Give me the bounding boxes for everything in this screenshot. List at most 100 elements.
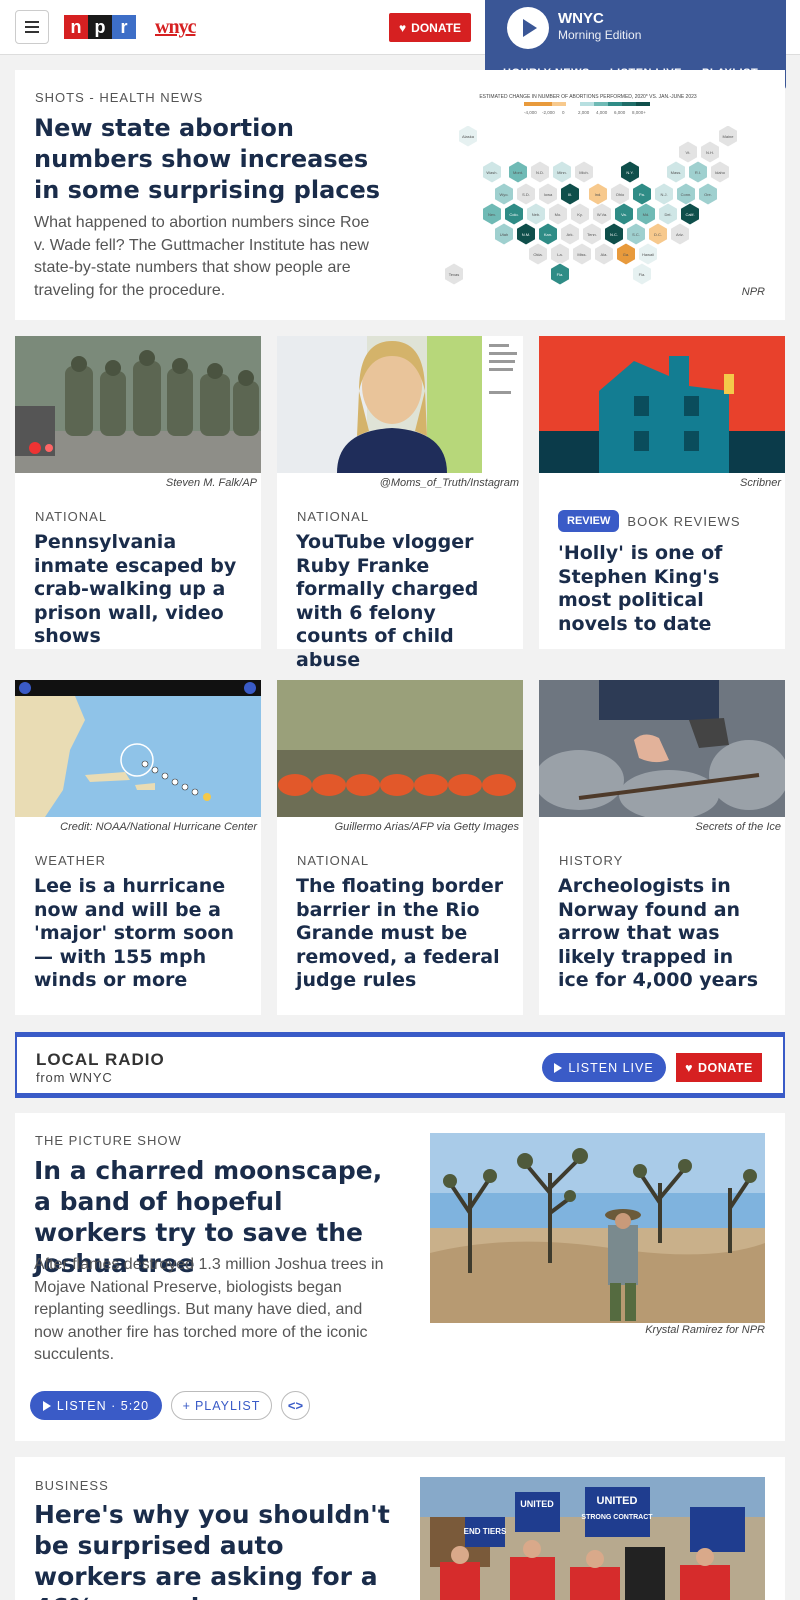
embed-code-icon[interactable]: <> (281, 1391, 310, 1420)
state-label-vt: Vt. (686, 150, 691, 155)
state-label-nj: N.J. (660, 192, 667, 197)
story-2-credit: @Moms_of_Truth/Instagram (379, 477, 519, 489)
picture-show-kicker[interactable]: THE PICTURE SHOW (35, 1133, 182, 1148)
hurricane-track-map[interactable] (15, 680, 261, 817)
state-label-nh: N.H. (706, 150, 714, 155)
abortion-hex-map[interactable]: ESTIMATED CHANGE IN NUMBER OF ABORTIONS … (438, 88, 758, 288)
map-scale-5: 6,000 (614, 110, 626, 115)
story-1-kicker[interactable]: NATIONAL (35, 509, 107, 524)
ice-arrow-photo[interactable] (539, 680, 785, 817)
state-label-md: Md. (643, 212, 650, 217)
state-label-fla: Fla. (639, 272, 646, 277)
donate-button[interactable]: ♥ DONATE (389, 13, 471, 42)
local-donate-button[interactable]: ♥ DONATE (676, 1053, 762, 1082)
auto-workers-rally-photo[interactable]: UNITED UNITED STRONG CONTRACT END TIERS (420, 1477, 765, 1600)
state-label-neb: Neb. (532, 212, 540, 217)
state-label-del: Del. (664, 212, 671, 217)
state-label-ill: Ill. (568, 192, 572, 197)
state-label-ind: Ind. (595, 192, 602, 197)
holly-book-cover[interactable] (539, 336, 785, 473)
business-headline[interactable]: Here's why you shouldn't be surprised au… (34, 1499, 394, 1600)
add-to-playlist-button[interactable]: + PLAYLIST (171, 1391, 272, 1420)
state-label-nd: N.D. (536, 170, 544, 175)
story-5-kicker[interactable]: NATIONAL (297, 853, 369, 868)
lead-headline[interactable]: New state abortion numbers show increase… (34, 113, 394, 206)
state-label-ga: Ga. (623, 252, 629, 257)
state-label-sd: S.D. (522, 192, 530, 197)
story-2-kicker[interactable]: NATIONAL (297, 509, 369, 524)
state-label-minn: Minn. (557, 170, 567, 175)
sign-united-2: UNITED (597, 1495, 638, 1507)
listen-live-label: LISTEN LIVE (568, 1060, 654, 1075)
state-label-maine: Maine (723, 134, 735, 139)
story-4-headline[interactable]: Lee is a hurricane now and will be a 'ma… (34, 875, 244, 993)
play-icon (523, 19, 537, 37)
lead-image-credit: NPR (741, 286, 765, 298)
vlogger-video-still[interactable] (277, 336, 523, 473)
sign-end-tiers: END TIERS (464, 1527, 507, 1536)
business-kicker[interactable]: BUSINESS (35, 1478, 109, 1493)
state-label-kan: Kan. (544, 232, 552, 237)
lead-teaser: What happened to abortion numbers since … (34, 214, 370, 299)
play-button[interactable] (507, 7, 549, 49)
state-label-nc: N.C. (610, 232, 618, 237)
state-label-dc: D.C. (654, 232, 662, 237)
listen-live-button[interactable]: LISTEN LIVE (542, 1053, 666, 1082)
state-label-wyo: Wyo. (499, 192, 508, 197)
story-4-kicker[interactable]: WEATHER (35, 853, 106, 868)
play-icon (42, 1400, 51, 1411)
map-scale-3: 2,000 (578, 110, 590, 115)
state-label-idaho: Idaho (715, 170, 726, 175)
playlist-label: PLAYLIST (194, 1398, 261, 1413)
map-title: ESTIMATED CHANGE IN NUMBER OF ABORTIONS … (479, 94, 697, 100)
review-badge: REVIEW (558, 510, 620, 532)
inmate-search-photo[interactable] (15, 336, 261, 473)
state-label-calif: Calif. (685, 212, 694, 217)
picture-show-teaser: After flames destroyed 1.3 million Joshu… (34, 1256, 384, 1363)
state-label-la: La. (557, 252, 563, 257)
joshua-tree-photo[interactable] (430, 1133, 765, 1323)
story-1-credit: Steven M. Falk/AP (165, 477, 257, 489)
border-buoys-photo[interactable] (277, 680, 523, 817)
story-6-headline[interactable]: Archeologists in Norway found an arrow t… (558, 875, 768, 993)
story-3-headline[interactable]: 'Holly' is one of Stephen King's most po… (558, 542, 768, 636)
listen-audio-button[interactable]: LISTEN · 5:20 (30, 1391, 162, 1420)
story-3-kicker[interactable]: BOOK REVIEWS (627, 514, 740, 529)
state-label-okla: Okla. (533, 252, 542, 257)
story-1-headline[interactable]: Pennsylvania inmate escaped by crab-walk… (34, 531, 244, 649)
npr-logo-n: n (64, 15, 88, 39)
state-label-sc: S.C. (632, 232, 640, 237)
story-5-credit: Guillermo Arias/AFP via Getty Images (334, 821, 519, 833)
state-label-va: Va. (621, 212, 627, 217)
npr-logo[interactable]: n p r (64, 15, 136, 39)
wnyc-logo[interactable]: wnyc (155, 16, 196, 39)
state-label-conn: Conn. (681, 192, 692, 197)
state-label-colo: Colo. (509, 212, 518, 217)
state-label-ala: Ala. (601, 252, 608, 257)
map-scale-4: 4,000 (596, 110, 608, 115)
map-legend: -4,000 -2,000 0 2,000 4,000 6,000 8,000+ (524, 102, 650, 115)
state-label-mo: Mo. (555, 212, 562, 217)
listen-audio-label: LISTEN · 5:20 (56, 1398, 150, 1413)
state-label-ariz: Ariz. (676, 232, 684, 237)
hamburger-menu-icon[interactable] (15, 10, 49, 44)
local-radio-banner: LOCAL RADIO from WNYC LISTEN LIVE ♥ DONA… (15, 1032, 785, 1098)
local-radio-title: LOCAL RADIO (36, 1050, 165, 1069)
state-label-ri: R.I. (695, 170, 701, 175)
local-radio-subtitle: from WNYC (36, 1070, 113, 1085)
map-scale-1: -2,000 (542, 110, 555, 115)
story-2-headline[interactable]: YouTube vlogger Ruby Franke formally cha… (296, 531, 506, 672)
state-label-hawaii: Hawaii (642, 252, 654, 257)
state-label-fla: Fla. (557, 272, 564, 277)
story-6-kicker[interactable]: HISTORY (559, 853, 623, 868)
state-label-ore: Ore. (704, 192, 712, 197)
player-station: WNYC (558, 10, 604, 27)
story-6-credit: Secrets of the Ice (695, 821, 781, 833)
lead-kicker[interactable]: SHOTS - HEALTH NEWS (35, 90, 203, 105)
donate-label: DONATE (411, 20, 461, 35)
map-scale-6: 8,000+ (632, 110, 646, 115)
state-label-iowa: Iowa (544, 192, 553, 197)
story-5-headline[interactable]: The floating border barrier in the Rio G… (296, 875, 506, 993)
picture-show-credit: Krystal Ramirez for NPR (645, 1324, 765, 1336)
heart-icon: ♥ (399, 20, 407, 35)
